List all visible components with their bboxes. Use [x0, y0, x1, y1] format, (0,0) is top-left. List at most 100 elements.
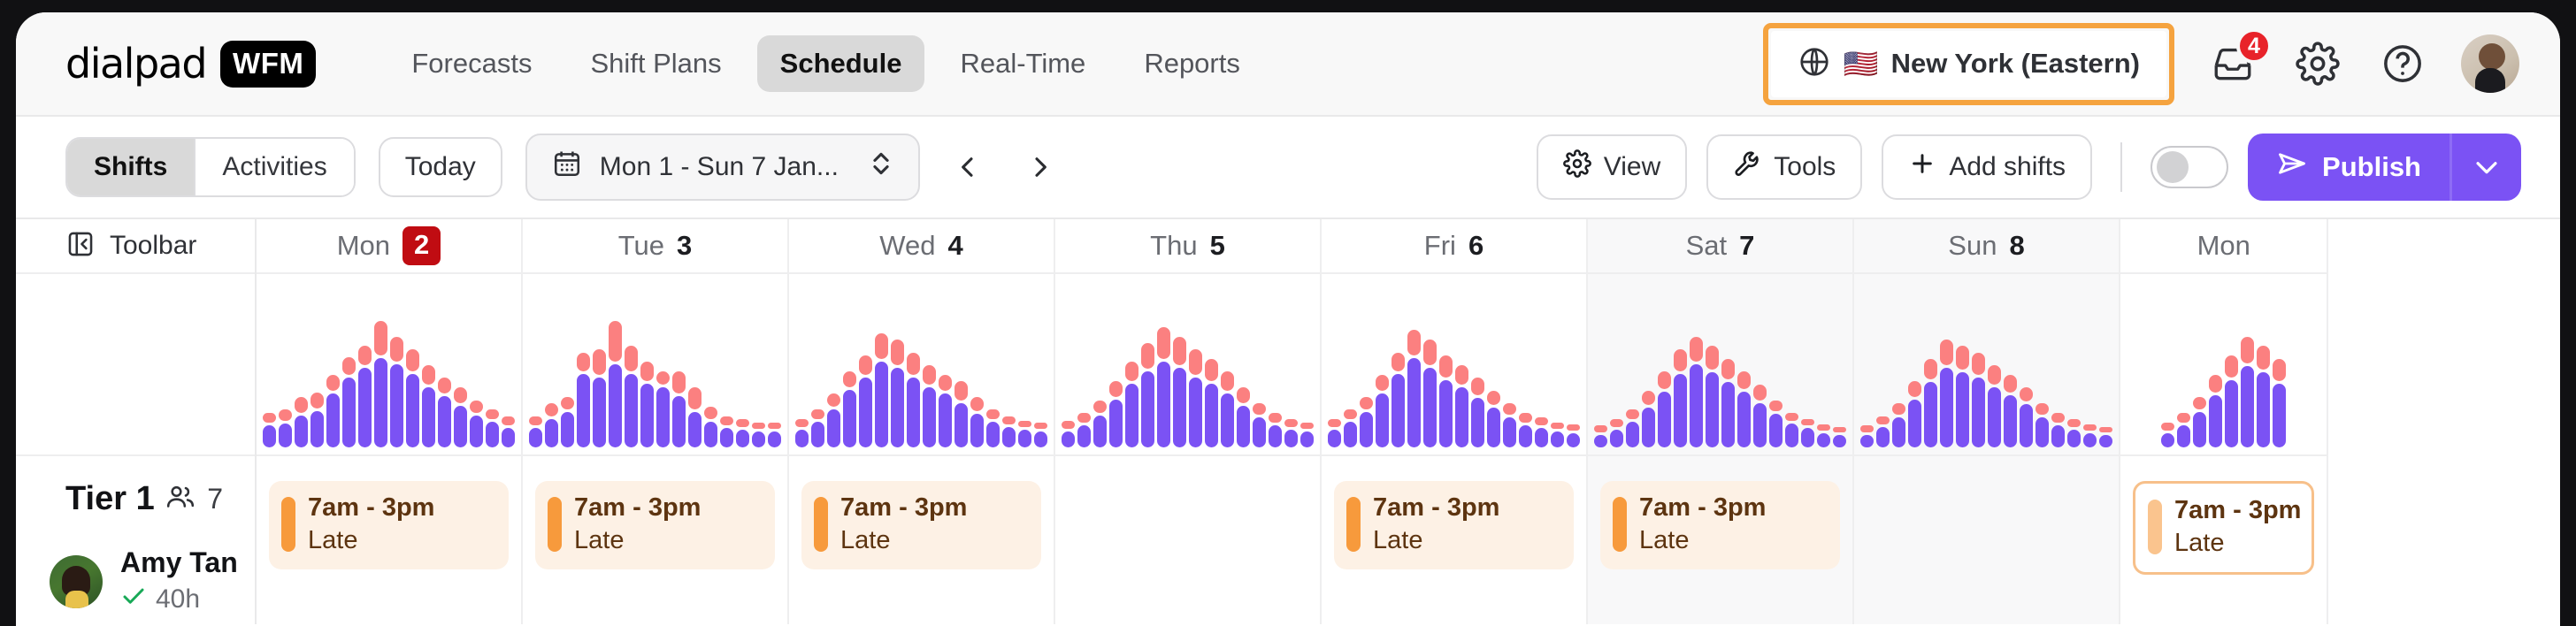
nav-item-forecasts[interactable]: Forecasts — [388, 35, 555, 92]
view-label: View — [1603, 152, 1661, 181]
chart-bar — [923, 365, 936, 447]
shift-card[interactable]: 7am - 3pm Late — [269, 481, 509, 569]
bar-scheduled-segment — [1093, 416, 1107, 447]
day-header[interactable]: Mon — [2120, 219, 2327, 274]
bar-scheduled-segment — [1269, 424, 1282, 447]
shift-cell[interactable]: 7am - 3pm Late — [257, 456, 521, 624]
tier-header[interactable]: Tier 1 7 — [16, 456, 255, 541]
shift-card[interactable]: 7am - 3pm Late — [2133, 481, 2315, 575]
bar-required-segment — [1567, 424, 1580, 431]
bar-scheduled-segment — [1519, 424, 1532, 447]
nav-item-reports[interactable]: Reports — [1121, 35, 1263, 92]
next-week-button[interactable] — [1016, 142, 1065, 192]
bar-scheduled-segment — [1284, 430, 1298, 447]
help-circle-icon[interactable] — [2376, 37, 2429, 90]
tab-shifts[interactable]: Shifts — [67, 139, 195, 195]
shift-cell[interactable]: 7am - 3pm Late — [2120, 456, 2327, 624]
timezone-selector[interactable]: 🇺🇸 New York (Eastern) — [1770, 30, 2166, 97]
user-avatar[interactable] — [2461, 34, 2519, 93]
shift-card[interactable]: 7am - 3pm Late — [535, 481, 775, 569]
publish-toggle[interactable] — [2150, 146, 2229, 188]
chart-bar — [454, 387, 467, 447]
bar-required-segment — [1157, 326, 1170, 359]
agent-row[interactable]: Amy Tan 40h — [16, 541, 255, 616]
day-name: Sun — [1948, 230, 1997, 261]
bar-required-segment — [827, 393, 840, 407]
bar-required-segment — [1455, 365, 1468, 385]
bar-scheduled-segment — [295, 416, 308, 447]
date-range-picker[interactable]: Mon 1 - Sun 7 Jan... — [525, 134, 920, 201]
bar-scheduled-segment — [907, 377, 920, 447]
add-shifts-button[interactable]: Add shifts — [1882, 134, 2093, 200]
nav-item-schedule[interactable]: Schedule — [756, 35, 925, 92]
bar-scheduled-segment — [795, 430, 809, 447]
chart-bar — [263, 413, 276, 447]
tab-activities[interactable]: Activities — [194, 139, 354, 195]
bar-scheduled-segment — [752, 431, 765, 447]
shift-card[interactable]: 7am - 3pm Late — [1334, 481, 1574, 569]
today-button[interactable]: Today — [378, 137, 502, 197]
shift-cell[interactable]: 7am - 3pm Late — [523, 456, 787, 624]
chart-bar — [470, 400, 483, 447]
shift-cell[interactable] — [1055, 456, 1320, 624]
chart-bar — [625, 346, 638, 447]
timezone-label: New York (Eastern) — [1890, 48, 2140, 79]
publish-dropdown-button[interactable] — [2450, 134, 2521, 201]
day-name: Fri — [1423, 230, 1456, 261]
bar-scheduled-segment — [1706, 372, 1719, 447]
nav-item-shift-plans[interactable]: Shift Plans — [567, 35, 744, 92]
coverage-chart — [1055, 274, 1320, 456]
inbox-button[interactable]: 4 — [2206, 28, 2272, 90]
day-header[interactable]: Mon 2 — [257, 219, 521, 274]
bar-scheduled-segment — [1376, 393, 1389, 447]
shift-cell[interactable]: 7am - 3pm Late — [789, 456, 1054, 624]
bar-required-segment — [2067, 419, 2081, 428]
bar-scheduled-segment — [342, 377, 356, 447]
day-header[interactable]: Thu 5 — [1055, 219, 1320, 274]
chart-bar — [1344, 409, 1357, 447]
chart-bar — [358, 346, 372, 447]
bar-scheduled-segment — [1077, 424, 1091, 447]
bar-scheduled-segment — [1423, 368, 1437, 447]
bar-required-segment — [438, 378, 451, 394]
shift-cell[interactable]: 7am - 3pm Late — [1588, 456, 1852, 624]
shift-card[interactable]: 7am - 3pm Late — [1600, 481, 1840, 569]
bar-required-segment — [1610, 419, 1623, 428]
previous-week-button[interactable] — [943, 142, 993, 192]
timezone-selector-highlight: 🇺🇸 New York (Eastern) — [1762, 22, 2174, 105]
toolbar-collapse-row[interactable]: Toolbar — [16, 219, 255, 274]
chart-bar — [1062, 421, 1075, 447]
brand-wordmark: dialpad — [65, 40, 208, 88]
bar-required-segment — [486, 409, 499, 420]
gear-icon[interactable] — [2291, 37, 2344, 90]
shift-card[interactable]: 7am - 3pm Late — [801, 481, 1041, 569]
bar-scheduled-segment — [1034, 431, 1047, 447]
publish-button[interactable]: Publish — [2248, 134, 2450, 201]
tools-button[interactable]: Tools — [1706, 134, 1863, 200]
chart-bar — [2161, 422, 2175, 447]
shift-cell[interactable]: 7am - 3pm Late — [1322, 456, 1586, 624]
view-button[interactable]: View — [1536, 134, 1688, 200]
brand-logo[interactable]: dialpad WFM — [65, 40, 317, 88]
chart-bar — [1924, 358, 1937, 447]
bar-required-segment — [2051, 413, 2065, 423]
bar-scheduled-segment — [688, 412, 702, 447]
bar-required-segment — [2209, 374, 2223, 393]
bar-required-segment — [1706, 346, 1719, 370]
day-header[interactable]: Sun 8 — [1854, 219, 2119, 274]
bar-scheduled-segment — [2177, 424, 2191, 447]
day-header[interactable]: Fri 6 — [1322, 219, 1586, 274]
chart-bar — [736, 419, 749, 447]
day-header[interactable]: Tue 3 — [523, 219, 787, 274]
toggle-knob — [2157, 151, 2189, 183]
bar-scheduled-segment — [1801, 428, 1814, 447]
chart-bar — [704, 406, 717, 447]
chart-bar — [656, 371, 670, 447]
nav-item-real-time[interactable]: Real-Time — [937, 35, 1108, 92]
chart-bar — [1141, 342, 1154, 447]
bar-required-segment — [1626, 409, 1639, 420]
bar-required-segment — [1972, 352, 1985, 375]
shift-cell[interactable] — [1854, 456, 2119, 624]
day-header[interactable]: Wed 4 — [789, 219, 1054, 274]
day-header[interactable]: Sat 7 — [1588, 219, 1852, 274]
